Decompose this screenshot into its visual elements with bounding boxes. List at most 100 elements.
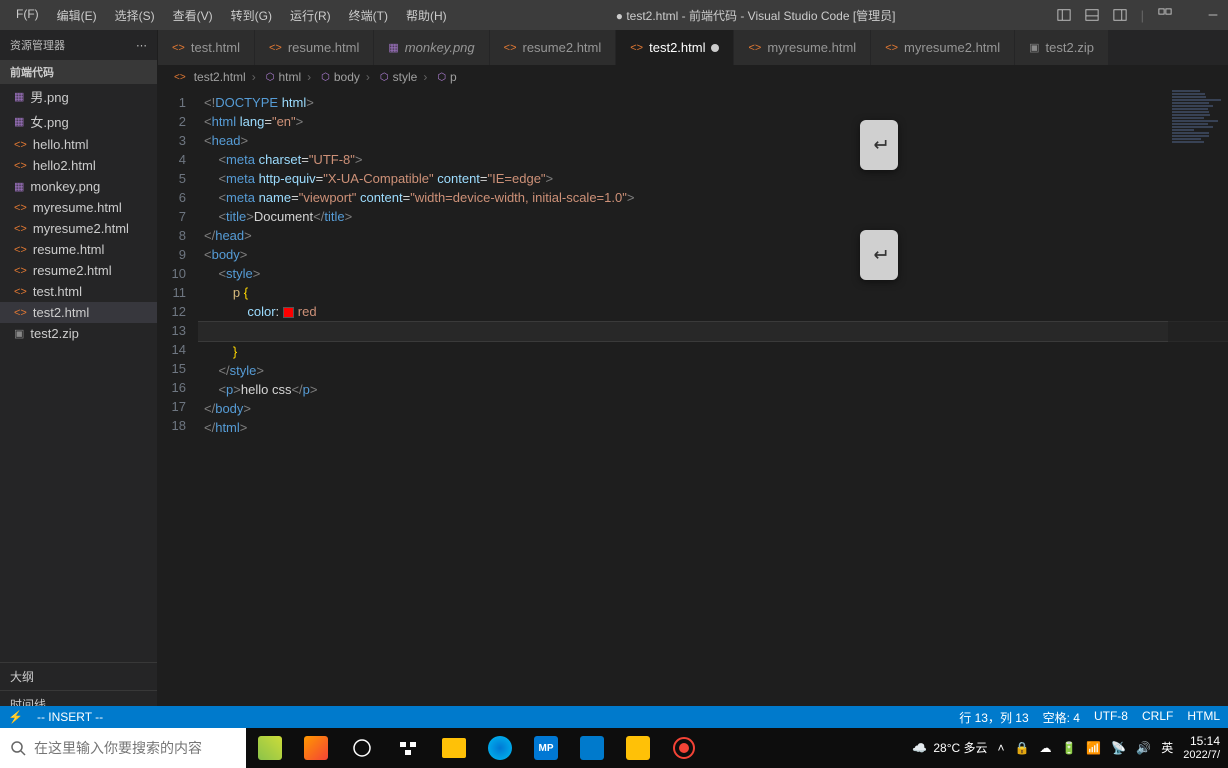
- app-icon-yellow[interactable]: [624, 734, 652, 762]
- customize-layout-icon[interactable]: [1158, 8, 1172, 22]
- ime-enter-button[interactable]: [860, 120, 898, 170]
- minimize-icon[interactable]: [1206, 8, 1220, 22]
- file-name: 男.png: [30, 87, 68, 106]
- breadcrumb-item[interactable]: ⬡ body: [317, 70, 360, 84]
- search-icon: [10, 740, 26, 756]
- indent-status[interactable]: 空格: 4: [1043, 709, 1080, 726]
- editor-tab[interactable]: <>myresume2.html: [871, 30, 1015, 65]
- file-item[interactable]: <>test.html: [0, 281, 157, 302]
- ime-indicator[interactable]: 英: [1161, 739, 1173, 756]
- file-item[interactable]: ▦ 男.png: [0, 84, 157, 109]
- file-item[interactable]: <>resume2.html: [0, 260, 157, 281]
- ime-enter-button-2[interactable]: [860, 230, 898, 280]
- file-name: test2.zip: [30, 326, 78, 341]
- layout-icon[interactable]: [1057, 8, 1071, 22]
- layout-icon-2[interactable]: [1085, 8, 1099, 22]
- file-name: hello2.html: [33, 158, 96, 173]
- system-tray: ☁️28°C 多云 ˄ 🔒 ☁ 🔋 📶 📡 🔊 英 15:14 2022/7/: [904, 734, 1228, 762]
- file-item[interactable]: <>hello2.html: [0, 155, 157, 176]
- file-type-icon: ▦: [14, 90, 24, 103]
- title-bar: F(F)编辑(E)选择(S)查看(V)转到(G)运行(R)终端(T)帮助(H) …: [0, 0, 1228, 30]
- editor-tab[interactable]: ▦monkey.png: [374, 30, 489, 65]
- file-item[interactable]: <>resume.html: [0, 239, 157, 260]
- menu-bar: F(F)编辑(E)选择(S)查看(V)转到(G)运行(R)终端(T)帮助(H): [8, 3, 455, 28]
- file-item[interactable]: <>hello.html: [0, 134, 157, 155]
- minimap[interactable]: [1168, 89, 1228, 718]
- app-icon-1[interactable]: [256, 734, 284, 762]
- editor-tab[interactable]: <> myresume.html: [734, 30, 871, 65]
- wifi-icon[interactable]: 📡: [1111, 741, 1126, 755]
- tab-file-icon: <>: [630, 42, 643, 54]
- eol-status[interactable]: CRLF: [1142, 709, 1173, 726]
- file-name: 女.png: [30, 112, 68, 131]
- tab-label: myresume2.html: [904, 40, 1000, 55]
- code-content[interactable]: <!DOCTYPE html><html lang="en"><head> <m…: [198, 89, 1228, 718]
- cortana-icon[interactable]: [348, 734, 376, 762]
- app-icon-2[interactable]: [302, 734, 330, 762]
- editor-tab[interactable]: <> test2.html: [616, 30, 734, 65]
- tab-label: myresume.html: [767, 40, 856, 55]
- breadcrumb-separator-icon: ›: [366, 70, 370, 84]
- file-item[interactable]: <>myresume2.html: [0, 218, 157, 239]
- tab-file-icon: <>: [748, 42, 761, 54]
- breadcrumb-item[interactable]: <> test2.html: [174, 70, 246, 84]
- battery-icon[interactable]: 🔋: [1061, 741, 1076, 755]
- code-editor[interactable]: 123456789101112131415161718 <!DOCTYPE ht…: [158, 89, 1228, 718]
- menu-item[interactable]: 运行(R): [282, 3, 339, 28]
- onedrive-icon[interactable]: ☁: [1039, 741, 1051, 755]
- editor-tab[interactable]: <>resume.html: [255, 30, 374, 65]
- menu-item[interactable]: 终端(T): [341, 3, 396, 28]
- file-type-icon: <>: [14, 265, 27, 277]
- taskbar-apps: MP: [256, 734, 904, 762]
- file-item[interactable]: ▦女.png: [0, 109, 157, 134]
- menu-item[interactable]: 查看(V): [165, 3, 221, 28]
- file-item[interactable]: <>test2.html: [0, 302, 157, 323]
- tab-file-icon: <>: [504, 42, 517, 54]
- file-name: test.html: [33, 284, 82, 299]
- editor-tab[interactable]: <>resume2.html: [490, 30, 617, 65]
- chevron-up-icon[interactable]: ˄: [998, 741, 1005, 755]
- menu-item[interactable]: 编辑(E): [49, 3, 105, 28]
- breadcrumb-item[interactable]: ⬡ p: [433, 70, 456, 84]
- file-item[interactable]: <>myresume.html: [0, 197, 157, 218]
- cursor-position[interactable]: 行 13，列 13: [959, 709, 1028, 726]
- editor-tab[interactable]: ▣test2.zip: [1015, 30, 1109, 65]
- edge-icon[interactable]: [486, 734, 514, 762]
- tab-label: test2.zip: [1046, 40, 1094, 55]
- remote-icon[interactable]: ⚡: [8, 710, 23, 724]
- breadcrumb-item[interactable]: ⬡ html: [262, 70, 301, 84]
- language-status[interactable]: HTML: [1187, 709, 1220, 726]
- layout-icon-3[interactable]: [1113, 8, 1127, 22]
- breadcrumb-separator-icon: ›: [252, 70, 256, 84]
- tray-icon-1[interactable]: 🔒: [1015, 741, 1030, 755]
- file-type-icon: ▦: [14, 180, 24, 193]
- folder-section[interactable]: 前端代码: [0, 60, 157, 84]
- mp-app-icon[interactable]: MP: [532, 734, 560, 762]
- menu-item[interactable]: 帮助(H): [398, 3, 455, 28]
- breadcrumb-item[interactable]: ⬡ style: [376, 70, 417, 84]
- file-item[interactable]: ▣ test2.zip: [0, 323, 157, 344]
- vscode-icon[interactable]: [578, 734, 606, 762]
- network-icon[interactable]: 📶: [1086, 741, 1101, 755]
- volume-icon[interactable]: 🔊: [1136, 741, 1151, 755]
- menu-item[interactable]: 选择(S): [107, 3, 163, 28]
- encoding-status[interactable]: UTF-8: [1094, 709, 1128, 726]
- file-item[interactable]: ▦monkey.png: [0, 176, 157, 197]
- clock[interactable]: 15:14 2022/7/: [1183, 734, 1220, 762]
- explorer-title: 资源管理器: [10, 37, 65, 53]
- task-view-icon[interactable]: [394, 734, 422, 762]
- tab-label: test2.html: [649, 40, 705, 55]
- editor-tab[interactable]: <>test.html: [158, 30, 255, 65]
- tab-label: monkey.png: [405, 40, 475, 55]
- file-type-icon: ▣: [14, 327, 24, 340]
- search-input[interactable]: [34, 740, 236, 756]
- sidebar-section-item[interactable]: 大纲: [0, 662, 157, 690]
- ellipsis-icon[interactable]: ⋯: [136, 39, 147, 52]
- record-icon[interactable]: [670, 734, 698, 762]
- weather-text: 28°C 多云: [933, 739, 987, 756]
- file-explorer-icon[interactable]: [440, 734, 468, 762]
- menu-item[interactable]: 转到(G): [223, 3, 280, 28]
- weather-widget[interactable]: ☁️28°C 多云: [912, 739, 987, 756]
- windows-search[interactable]: [0, 728, 246, 768]
- menu-item[interactable]: F(F): [8, 3, 47, 28]
